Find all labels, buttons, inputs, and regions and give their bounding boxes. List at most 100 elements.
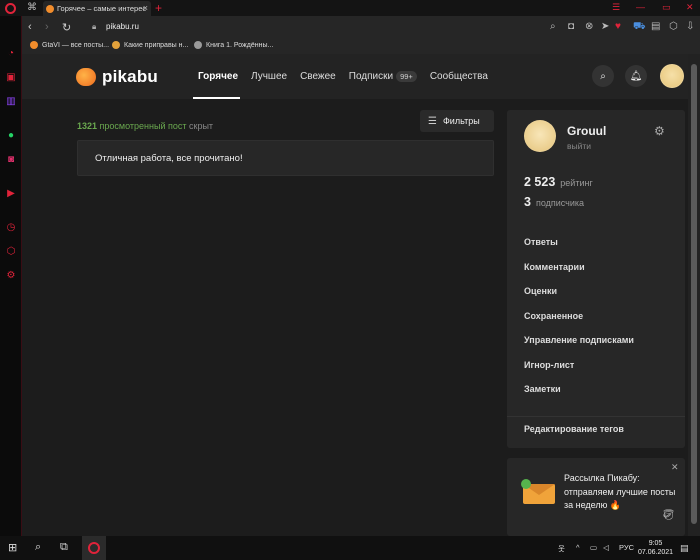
menu-saved[interactable]: Сохраненное [524,311,583,321]
language-indicator[interactable]: РУС [619,543,634,552]
rating-value: 2 523 [524,175,556,189]
camera-icon[interactable]: ◘ [568,21,574,32]
user-icon[interactable]: 웃 [558,543,565,554]
extensions-icon[interactable]: ⬡ [5,246,17,258]
player-icon[interactable]: ▶ [5,188,17,200]
nav-fresh[interactable]: Свежее [300,71,336,82]
task-view-icon[interactable]: ⧉ [60,541,68,554]
clock-date: 07.06.2021 [638,549,674,556]
main-nav: Горячее Лучшее Свежее Подписки 99+ Сообще… [198,54,501,99]
scrollbar-thumb[interactable] [691,64,697,524]
reload-icon[interactable]: ↻ [62,21,71,34]
clock[interactable]: 9:05 07.06.2021 [638,539,673,557]
notifications-button[interactable]: 🔔︎ [625,65,647,87]
close-window-icon[interactable]: ✕ [686,2,694,13]
lock-icon: 🔒︎ [92,22,97,31]
nav-best[interactable]: Лучшее [251,71,287,82]
site-header: pikabu Горячее Лучшее Свежее Подписки 99+… [22,54,688,99]
hidden-posts-text: просмотренный пост [99,121,187,131]
bookmark-favicon-icon [112,41,120,49]
header-avatar[interactable] [660,64,684,88]
shield-icon[interactable]: ⊗ [585,21,593,32]
menu-edit-tags[interactable]: Редактирование тегов [524,424,624,434]
paint-bucket-icon[interactable]: 🪣︎ [662,510,675,521]
bookmark-favicon-icon [30,41,38,49]
filters-label: Фильтры [442,116,480,126]
bookmarks-bar: GtaVI — все посты... Какие приправы н...… [22,38,700,54]
opera-menu-icon[interactable] [5,3,16,14]
maximize-icon[interactable]: ▭ [662,2,671,13]
address-bar: ‹ › ↻ 🔒︎ pikabu.ru ⌕ ◘ ⊗ ➤ ♥ ⛟ ▤ ⬡ ⇩ [22,16,700,38]
menu-comments[interactable]: Комментарии [524,262,585,272]
network-icon[interactable]: ▭ [590,543,597,552]
logout-link[interactable]: выйти [567,141,591,151]
volume-icon[interactable]: ◁ [603,543,609,552]
subscribers-value: 3 [524,195,531,209]
rating-label: рейтинг [560,178,593,188]
profile-divider [507,416,685,417]
gamepad-icon[interactable]: ⌘ [26,2,38,14]
nav-subscriptions-label: Подписки [348,71,394,82]
nav-hot[interactable]: Горячее [198,71,238,82]
search-icon[interactable]: ⌕ [550,21,556,32]
cart-icon[interactable]: ⛟ [633,21,646,34]
bookmark-item[interactable]: GtaVI — все посты... [30,41,109,49]
cube-icon[interactable]: ⬡ [669,21,678,32]
search-icon[interactable]: ⌕ [35,541,41,554]
windows-taskbar: ⊞ ⌕ ⧉ 웃 ^ ▭ ◁ РУС 9:05 07.06.2021 ▤ [0,536,700,560]
newsletter-card[interactable]: ✕ Рассылка Пикабу: отправляем лучшие пос… [507,458,685,536]
active-tab-underline [193,97,240,99]
new-tab-icon[interactable]: + [155,1,162,15]
nav-communities[interactable]: Сообщества [430,71,488,82]
menu-answers[interactable]: Ответы [524,237,558,247]
filters-button[interactable]: ☰ Фильтры [420,110,494,132]
bookmark-label: Книга 1. Рождённы... [206,41,274,49]
hidden-posts-note[interactable]: 1321 просмотренный пост скрыт [77,121,213,131]
forward-icon[interactable]: › [45,21,49,33]
tray-arrow-icon[interactable]: ^ [576,543,580,552]
screen: ⌘ Горячее – самые интерес × + ☰ — ▭ ✕ ‹ … [0,0,700,560]
all-read-message: Отличная работа, все прочитано! [77,140,494,176]
nav-subscriptions[interactable]: Подписки 99+ [349,71,417,82]
menu-manage-subscriptions[interactable]: Управление подписками [524,335,634,345]
bookmark-label: GtaVI — все посты... [42,41,110,49]
instagram-icon[interactable]: ◙ [5,154,17,166]
download-icon[interactable]: ⇩ [686,21,694,32]
profile-card: Grouul выйти ⚙ 2 523 рейтинг 3 подписчик… [507,110,685,448]
whatsapp-icon[interactable]: ● [5,130,17,142]
wallet-icon[interactable]: ▤ [651,21,660,32]
history-icon[interactable]: ◷ [5,222,17,234]
profile-name[interactable]: Grouul [567,124,606,138]
minimize-icon[interactable]: — [636,2,645,12]
back-icon[interactable]: ‹ [28,21,32,33]
windows-start-icon[interactable]: ⊞ [8,541,17,554]
menu-ratings[interactable]: Оценки [524,286,557,296]
settings-icon[interactable]: ⚙ [5,270,17,282]
bookmark-item[interactable]: Какие приправы н... [112,41,188,49]
tab-close-icon[interactable]: × [143,3,148,13]
menu-ignore-list[interactable]: Игнор-лист [524,360,574,370]
twitch-icon[interactable]: ▥ [5,96,17,108]
gear-icon[interactable]: ⚙ [654,124,665,138]
notifications-icon[interactable]: ▤ [680,543,689,554]
profile-avatar[interactable] [524,120,556,152]
rating-stat: 2 523 рейтинг [524,175,593,189]
tab-search-icon[interactable]: ☰ [612,2,620,13]
page-scrollbar[interactable] [688,54,700,536]
pikabu-logo[interactable]: pikabu [76,67,158,87]
bookmark-favicon-icon [194,41,202,49]
browser-tab-active[interactable]: Горячее – самые интерес × [43,1,151,16]
hidden-posts-tail: скрыт [189,121,214,131]
send-icon[interactable]: ➤ [601,21,609,32]
menu-notes[interactable]: Заметки [524,384,561,394]
taskbar-opera-button[interactable] [82,536,106,560]
bookmark-item[interactable]: Книга 1. Рождённы... [194,41,273,49]
url-field[interactable]: pikabu.ru [106,22,139,31]
search-button[interactable]: ⌕ [592,65,614,87]
speed-dial-icon[interactable]: ◔ [5,48,17,60]
heart-icon[interactable]: ♥ [615,21,621,32]
bag-icon[interactable]: ▣ [5,72,17,84]
subscribers-stat: 3 подписчика [524,195,584,209]
notification-dot-icon [521,479,531,489]
opera-icon [88,542,100,554]
